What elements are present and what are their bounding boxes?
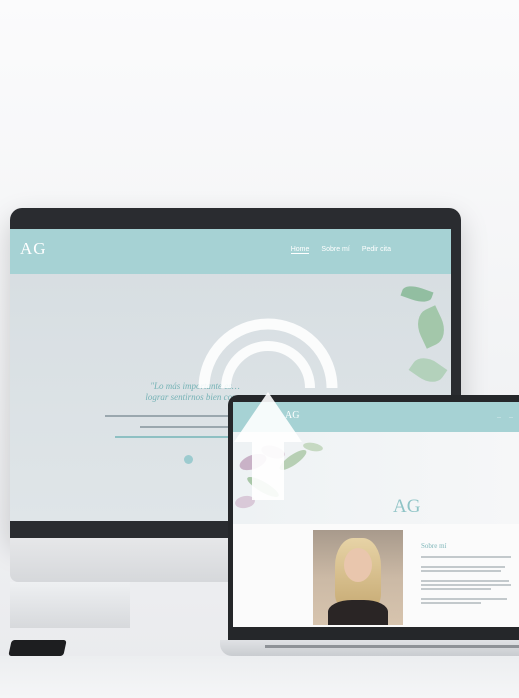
site-logo[interactable]: AG [20, 239, 47, 259]
about-text-line [421, 556, 511, 558]
laptop-base [220, 640, 519, 656]
about-title: Sobre mí [421, 542, 447, 550]
profile-photo [313, 530, 403, 625]
about-text-line [421, 598, 507, 600]
laptop-nav-item[interactable]: — [509, 414, 513, 419]
desk-surface [0, 656, 519, 698]
nav-item-pedir-cita[interactable]: Pedir cita [362, 246, 391, 254]
device-mockup-scene: AG Home Sobre mí Pedir cita "Lo más impo… [0, 0, 519, 698]
site-header: AG Home Sobre mí Pedir cita [10, 229, 451, 274]
upload-broadcast-icon[interactable] [190, 310, 346, 505]
decorative-leaf [400, 282, 434, 306]
nav-item-home[interactable]: Home [290, 246, 310, 254]
about-text-line [421, 566, 505, 568]
about-section: Sobre mí [233, 524, 519, 627]
laptop-trackpad-edge [265, 645, 519, 648]
about-text-line [421, 588, 491, 590]
about-text-line [421, 580, 509, 582]
decorative-leaf [408, 351, 448, 389]
site-nav: Home Sobre mí Pedir cita [290, 246, 391, 254]
laptop-nav-item[interactable]: — [497, 414, 501, 419]
nav-item-sobre-mi[interactable]: Sobre mí [321, 246, 349, 254]
monitor-stand [10, 582, 130, 628]
decorative-leaf [411, 305, 451, 349]
laptop-site-nav: — — [497, 414, 513, 419]
about-text-line [421, 570, 501, 572]
about-text-line [421, 602, 481, 604]
about-text-line [421, 584, 511, 586]
laptop-hero-logo: AG [393, 496, 421, 517]
phone [8, 640, 67, 656]
